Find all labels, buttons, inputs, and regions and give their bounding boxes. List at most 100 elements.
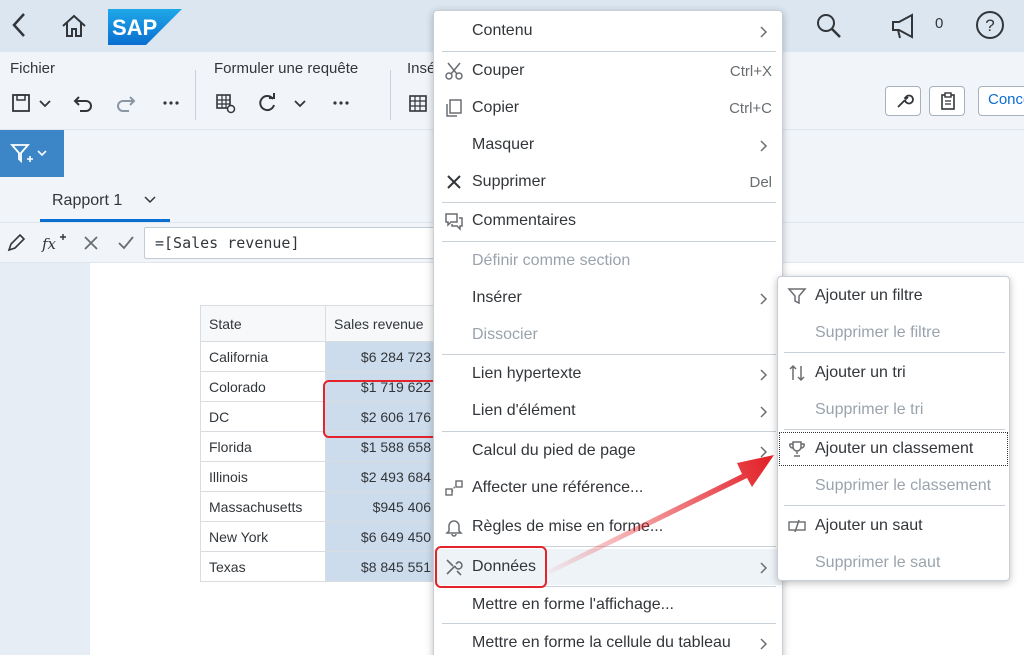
sort-icon — [789, 364, 805, 382]
chevron-down-icon[interactable] — [34, 92, 56, 114]
save-icon[interactable] — [10, 92, 32, 114]
menu-item-label: Lien d'élément — [472, 402, 576, 419]
chevron-right-icon — [760, 140, 768, 152]
submenu-item-ajouter-filtre[interactable]: Ajouter un filtre — [778, 278, 1009, 314]
tab-label: Rapport 1 — [52, 192, 123, 209]
function-icon[interactable]: fx — [40, 232, 68, 254]
revenue-cell[interactable]: $8 845 551 — [325, 551, 436, 582]
submenu-item-supprimer-saut: Supprimer le saut — [778, 545, 1009, 581]
revenue-cell[interactable]: $6 649 450 — [325, 521, 436, 552]
menu-item-lien-hypertexte[interactable]: Lien hypertexte — [434, 356, 782, 392]
menu-item-couper[interactable]: Couper Ctrl+X — [434, 53, 782, 89]
back-arrow-icon[interactable] — [8, 10, 32, 40]
menu-item-definir-section: Définir comme section — [434, 243, 782, 279]
menu-item-supprimer[interactable]: Supprimer Del — [434, 164, 782, 200]
table-icon[interactable] — [407, 92, 429, 114]
submenu-item-ajouter-saut[interactable]: Ajouter un saut — [778, 508, 1009, 544]
sap-logo[interactable]: SAP — [108, 9, 182, 45]
help-icon[interactable]: ? — [975, 10, 1005, 40]
refresh-icon[interactable] — [256, 92, 278, 114]
copy-icon — [446, 99, 462, 117]
menu-item-calcul-pied-de-page[interactable]: Calcul du pied de page — [434, 433, 782, 469]
pencil-icon[interactable] — [5, 232, 27, 254]
validate-formula-icon[interactable] — [115, 232, 137, 254]
tab-rapport-1[interactable]: Rapport 1 — [40, 178, 170, 222]
menu-item-label: Couper — [472, 62, 525, 79]
menu-item-contenu[interactable]: Contenu — [434, 13, 782, 49]
menu-item-mettre-en-forme-affichage[interactable]: Mettre en forme l'affichage... — [434, 587, 782, 623]
state-cell[interactable]: California — [200, 341, 326, 372]
wrench-icon — [897, 94, 914, 108]
revenue-cell[interactable]: $945 406 — [325, 491, 436, 522]
close-icon — [447, 175, 461, 189]
menu-separator — [442, 51, 776, 52]
redo-icon[interactable] — [115, 92, 137, 114]
more-icon[interactable] — [160, 92, 182, 114]
menu-item-label: Copier — [472, 99, 520, 116]
conception-button[interactable]: Conce — [978, 86, 1024, 116]
state-cell[interactable]: Texas — [200, 551, 326, 582]
menu-item-commentaires[interactable]: Commentaires — [434, 203, 782, 239]
menu-item-label: Mettre en forme la cellule du tableau — [472, 634, 731, 651]
menu-item-masquer[interactable]: Masquer — [434, 127, 782, 163]
chevron-down-icon[interactable] — [289, 92, 311, 114]
state-cell[interactable]: New York — [200, 521, 326, 552]
menu-item-label: Masquer — [472, 136, 535, 153]
menu-item-mettre-en-forme-cellule[interactable]: Mettre en forme la cellule du tableau — [434, 625, 782, 655]
menu-item-dissocier: Dissocier — [434, 317, 782, 353]
menu-item-label: Calcul du pied de page — [472, 442, 636, 459]
submenu-item-ajouter-tri[interactable]: Ajouter un tri — [778, 355, 1009, 391]
menu-item-label: Mettre en forme l'affichage... — [472, 596, 674, 613]
submenu-item-label: Supprimer le tri — [815, 401, 924, 418]
menu-item-label: Commentaires — [472, 212, 577, 229]
undo-icon[interactable] — [72, 92, 94, 114]
tools-button[interactable] — [885, 86, 921, 116]
revenue-cell[interactable]: $2 493 684 — [325, 461, 436, 492]
submenu-separator — [784, 505, 1005, 506]
menu-item-label: Dissocier — [472, 326, 538, 343]
menu-item-label: Règles de mise en forme... — [472, 518, 664, 535]
clipboard-button[interactable] — [929, 86, 965, 116]
cancel-formula-icon[interactable] — [80, 232, 102, 254]
submenu-item-ajouter-classement[interactable]: Ajouter un classement — [778, 431, 1009, 467]
menu-separator — [442, 241, 776, 242]
bell-icon — [445, 520, 463, 537]
menu-item-inserer[interactable]: Insérer — [434, 280, 782, 316]
menu-item-regles-mise-en-forme[interactable]: Règles de mise en forme... — [434, 509, 782, 545]
query-grid-icon[interactable] — [214, 92, 236, 114]
menu-item-label: Lien hypertexte — [472, 365, 582, 382]
formula-input[interactable]: =[Sales revenue] — [144, 227, 444, 259]
megaphone-icon[interactable] — [890, 12, 920, 40]
menu-item-shortcut: Ctrl+X — [729, 63, 772, 80]
state-cell[interactable]: Colorado — [200, 371, 326, 402]
revenue-cell[interactable]: $6 284 723 — [325, 341, 436, 372]
toolbar-separator — [195, 70, 196, 120]
menu-item-label: Affecter une référence... — [472, 479, 644, 496]
sap-logo-text: SAP — [112, 15, 157, 40]
comments-icon — [445, 213, 463, 231]
column-header-sales-revenue[interactable]: Sales revenue — [325, 305, 436, 342]
submenu-item-label: Ajouter un tri — [815, 364, 906, 381]
chevron-right-icon — [760, 369, 768, 381]
menu-item-affecter-reference[interactable]: Affecter une référence... — [434, 470, 782, 506]
search-icon[interactable] — [816, 13, 842, 39]
filter-menu-button[interactable] — [0, 130, 64, 177]
menu-item-copier[interactable]: Copier Ctrl+C — [434, 90, 782, 126]
state-cell[interactable]: Florida — [200, 431, 326, 462]
donnees-highlight — [435, 546, 547, 588]
selected-cell-highlight — [323, 380, 445, 438]
chevron-down-icon[interactable] — [144, 196, 156, 204]
toolbar-separator — [390, 70, 391, 120]
chevron-right-icon — [760, 562, 768, 574]
state-cell[interactable]: DC — [200, 401, 326, 432]
menu-item-lien-element[interactable]: Lien d'élément — [434, 393, 782, 429]
state-cell[interactable]: Illinois — [200, 461, 326, 492]
submenu-item-supprimer-filtre: Supprimer le filtre — [778, 315, 1009, 351]
more-icon[interactable] — [330, 92, 352, 114]
submenu-item-supprimer-classement: Supprimer le classement — [778, 468, 1009, 504]
menu-item-label: Supprimer — [472, 173, 546, 190]
report-table[interactable]: State Sales revenue California $6 284 723… — [200, 305, 436, 582]
state-cell[interactable]: Massachusetts — [200, 491, 326, 522]
column-header-state[interactable]: State — [200, 305, 326, 342]
home-icon[interactable] — [60, 12, 88, 40]
